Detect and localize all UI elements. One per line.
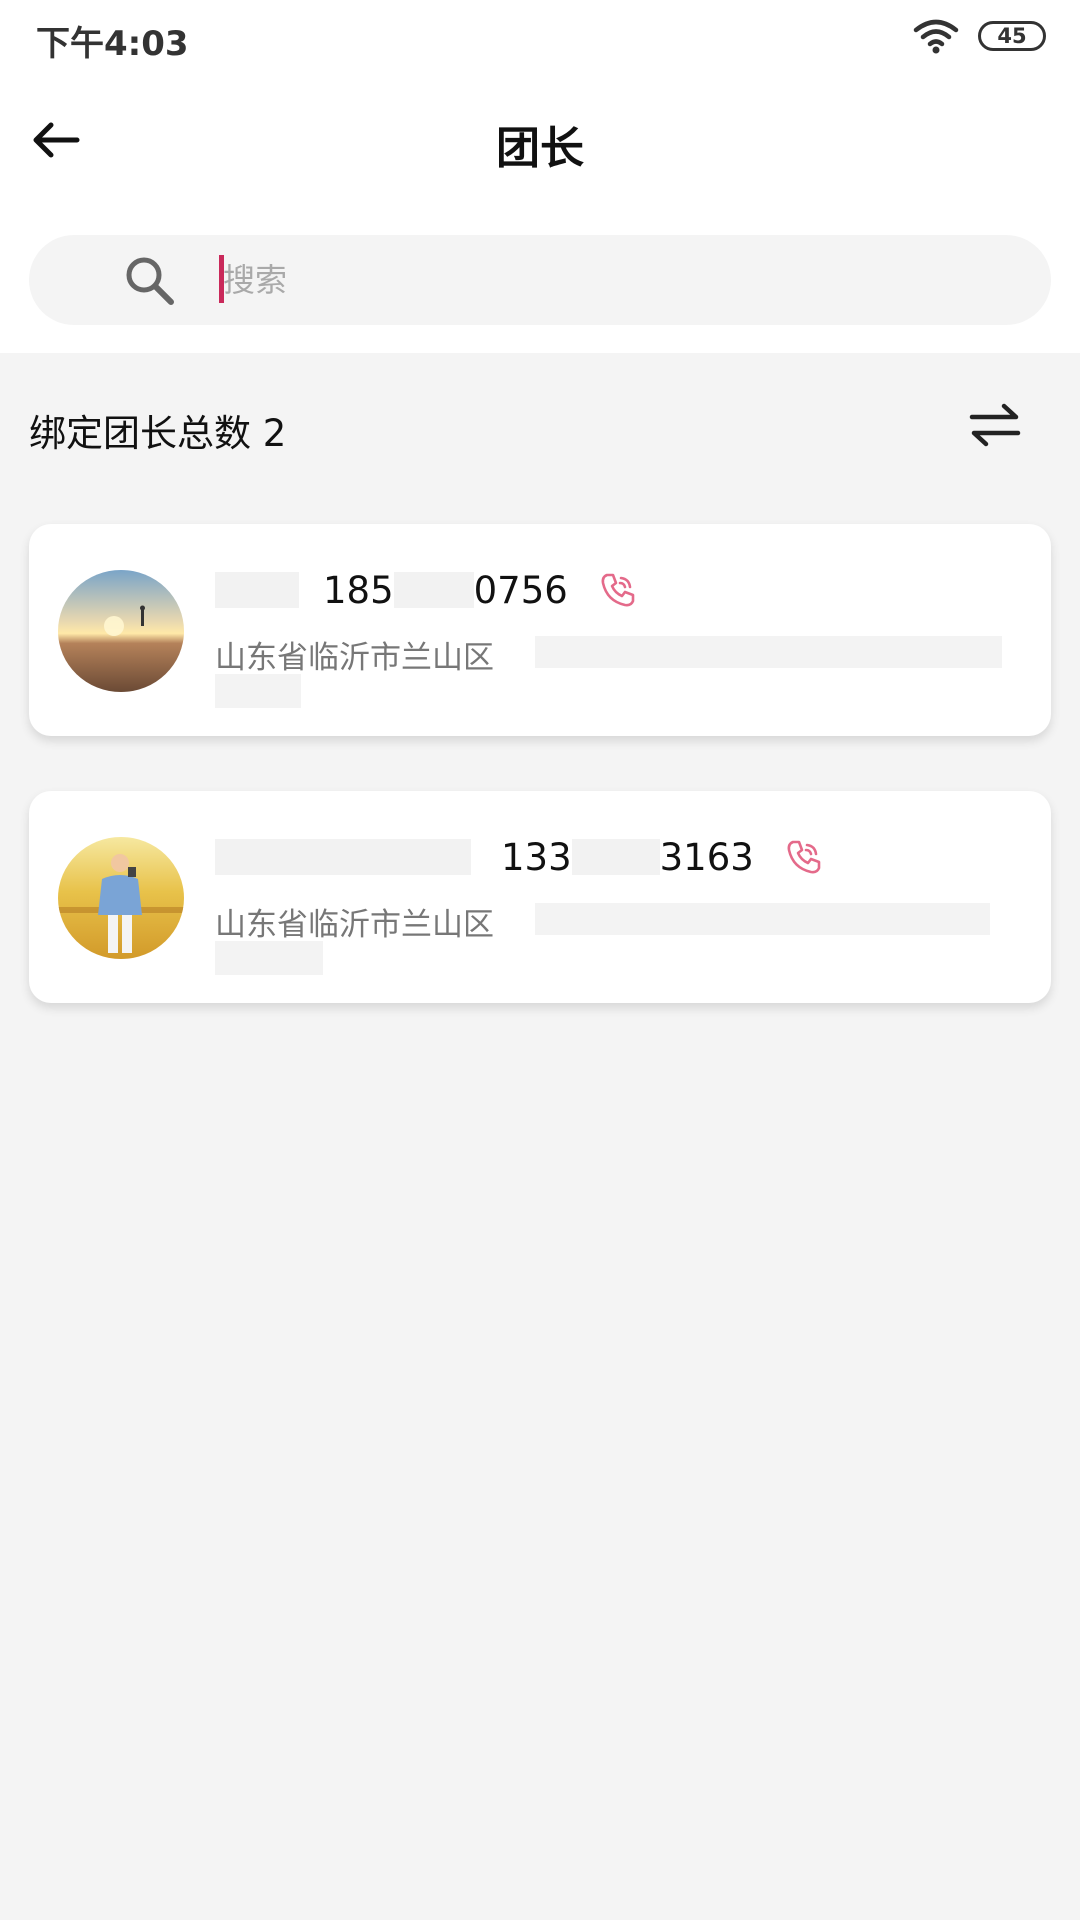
phone-suffix: 3163 [659, 835, 754, 879]
address-mask [535, 636, 1002, 668]
search-icon [126, 257, 174, 305]
bound-leader-count: 绑定团长总数 2 [29, 412, 287, 455]
leader-address: 山东省临沂市兰山区 [215, 640, 494, 676]
phone-mask [571, 839, 660, 875]
status-icons: 45 [912, 18, 1046, 54]
phone-icon[interactable] [598, 570, 638, 610]
leader-card[interactable]: 133 3163 山东省临沂市兰山区 [29, 791, 1051, 1003]
address-mask [535, 903, 990, 935]
name-mask [215, 839, 471, 875]
battery-icon: 45 [978, 21, 1046, 51]
search-bar[interactable] [29, 235, 1051, 325]
avatar [58, 570, 184, 692]
status-time: 下午4:03 [36, 24, 189, 64]
search-input[interactable] [219, 235, 999, 325]
leader-info-line: 133 3163 [215, 833, 824, 881]
phone-suffix: 0756 [473, 568, 568, 612]
page-title: 团长 [496, 123, 584, 174]
address-mask [215, 674, 301, 708]
address-mask [215, 941, 323, 975]
name-mask [215, 572, 299, 608]
leader-address: 山东省临沂市兰山区 [215, 907, 494, 943]
avatar [58, 837, 184, 959]
wifi-icon [913, 19, 959, 54]
phone-prefix: 133 [501, 835, 572, 879]
swap-arrows-icon[interactable] [968, 400, 1022, 450]
phone-icon[interactable] [784, 837, 824, 877]
leader-card[interactable]: 185 0756 山东省临沂市兰山区 [29, 524, 1051, 736]
phone-prefix: 185 [323, 568, 394, 612]
battery-level: 45 [997, 24, 1027, 48]
leader-info-line: 185 0756 [215, 566, 638, 614]
phone-mask [393, 572, 474, 608]
